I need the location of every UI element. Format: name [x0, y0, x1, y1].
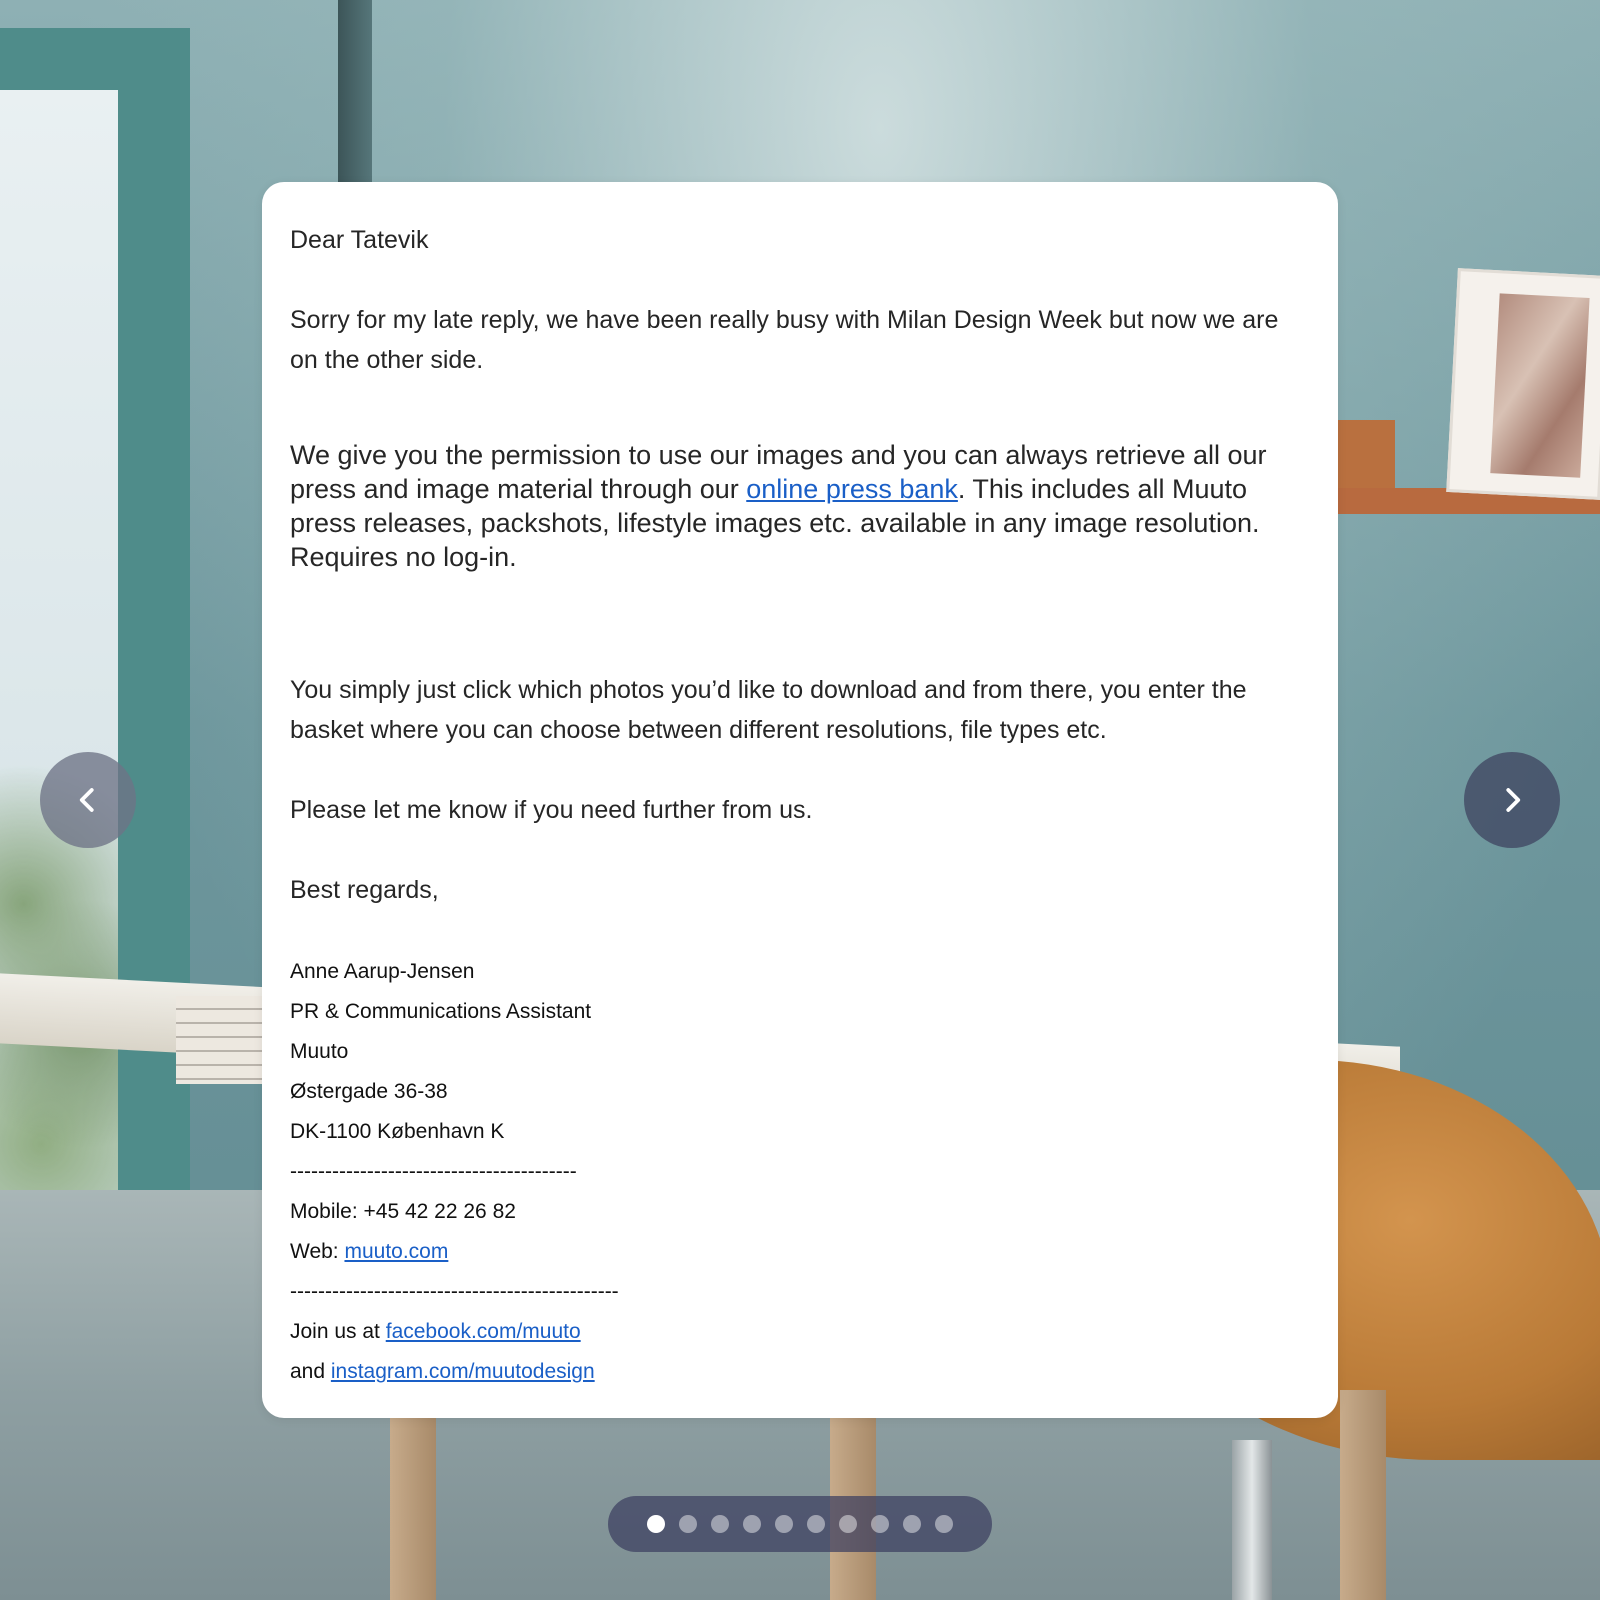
- signature-mobile: Mobile: +45 42 22 26 82: [290, 1200, 516, 1223]
- signature-title: PR & Communications Assistant: [290, 1000, 592, 1023]
- signature-divider: ----------------------------------------…: [290, 1160, 577, 1183]
- chevron-right-icon: [1506, 788, 1521, 812]
- greeting: Dear Tatevik: [290, 226, 429, 254]
- and-label: and: [290, 1360, 331, 1383]
- pagination-dot-8[interactable]: [871, 1515, 889, 1533]
- instagram-link[interactable]: instagram.com/muutodesign: [331, 1360, 595, 1383]
- signature-instagram: and instagram.com/muutodesign: [290, 1352, 1310, 1392]
- signature-company: Muuto: [290, 1040, 349, 1063]
- pagination-dot-5[interactable]: [775, 1515, 793, 1533]
- pagination-dot-3[interactable]: [711, 1515, 729, 1533]
- pagination-dot-6[interactable]: [807, 1515, 825, 1533]
- pagination-dot-2[interactable]: [679, 1515, 697, 1533]
- next-slide-button[interactable]: [1464, 752, 1560, 848]
- desk-leg: [1340, 1390, 1386, 1600]
- facebook-link[interactable]: facebook.com/muuto: [386, 1320, 581, 1343]
- paragraph-apology: Sorry for my late reply, we have been re…: [290, 306, 1279, 374]
- online-press-bank-link[interactable]: online press bank: [746, 474, 958, 504]
- muuto-website-link[interactable]: muuto.com: [344, 1240, 448, 1263]
- signature-facebook: Join us at facebook.com/muuto: [290, 1312, 1310, 1352]
- book-stack: [176, 996, 266, 1084]
- signature-city: DK-1100 København K: [290, 1120, 505, 1143]
- signature-divider: ----------------------------------------…: [290, 1280, 619, 1303]
- previous-slide-button[interactable]: [40, 752, 136, 848]
- paragraph-instructions: You simply just click which photos you’d…: [290, 676, 1247, 744]
- desk-leg: [390, 1390, 436, 1600]
- web-label: Web:: [290, 1240, 345, 1263]
- paragraph-permission: We give you the permission to use our im…: [290, 438, 1310, 574]
- signature-web: Web: muuto.com: [290, 1232, 1310, 1272]
- pagination-dot-7[interactable]: [839, 1515, 857, 1533]
- join-label: Join us at: [290, 1320, 386, 1343]
- framed-art: [1446, 268, 1600, 500]
- pagination-dot-1[interactable]: [647, 1515, 665, 1533]
- pagination-dot-4[interactable]: [743, 1515, 761, 1533]
- signature-street: Østergade 36-38: [290, 1080, 448, 1103]
- email-card: Dear Tatevik Sorry for my late reply, we…: [262, 182, 1338, 1418]
- signature-name: Anne Aarup-Jensen: [290, 960, 475, 983]
- desk-leg: [830, 1390, 876, 1600]
- slide-pagination: [608, 1496, 992, 1552]
- pagination-dot-10[interactable]: [935, 1515, 953, 1533]
- closing: Best regards,: [290, 876, 439, 904]
- paragraph-further: Please let me know if you need further f…: [290, 796, 813, 824]
- chair-post: [1232, 1440, 1272, 1600]
- pagination-dot-9[interactable]: [903, 1515, 921, 1533]
- chevron-left-icon: [79, 788, 94, 812]
- shelf-bracket: [1335, 420, 1395, 490]
